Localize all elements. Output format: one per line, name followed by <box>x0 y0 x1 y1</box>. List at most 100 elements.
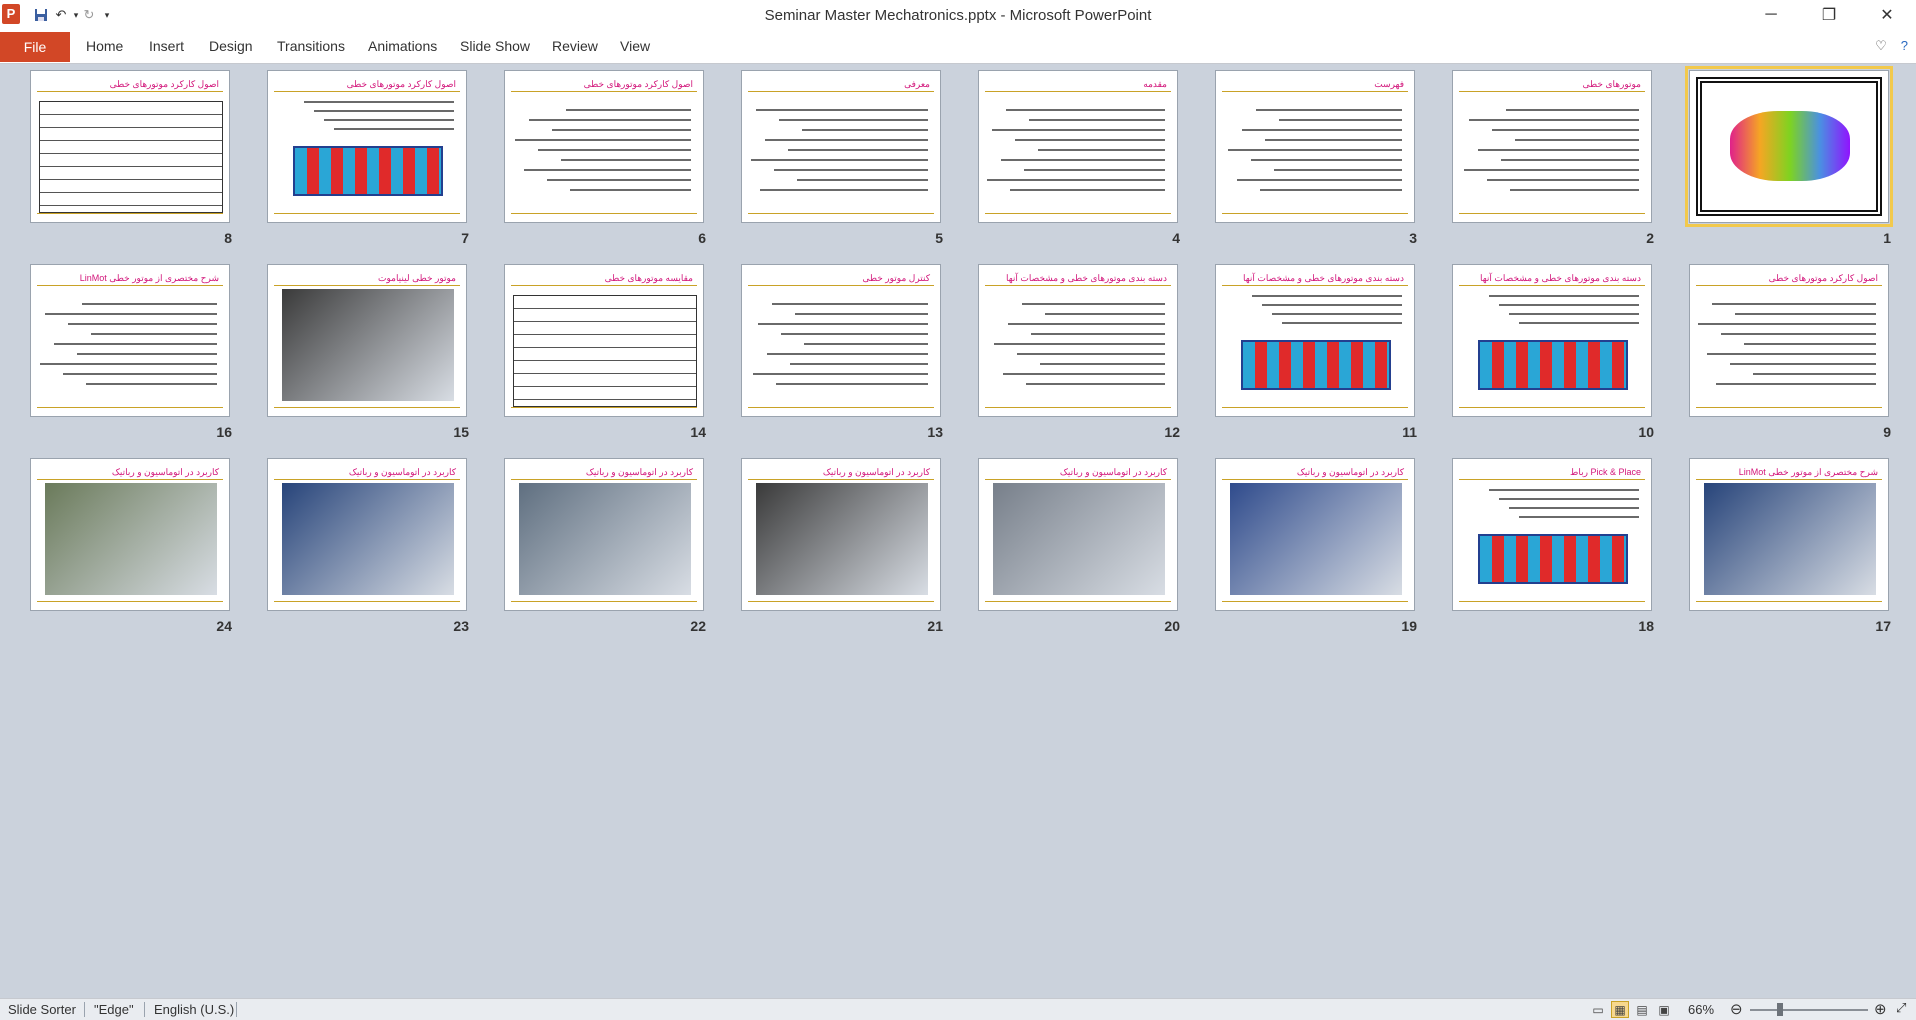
slide-thumbnail[interactable]: معرفی <box>741 70 941 223</box>
calligraphy-image <box>1730 111 1850 181</box>
slide-number: 18 <box>1638 618 1654 634</box>
slide-thumbnail[interactable]: Pick & Place رباط <box>1452 458 1652 611</box>
tab-view[interactable]: View <box>620 38 650 54</box>
zoom-out-icon[interactable]: ⊖ <box>1730 1000 1743 1018</box>
slide-number: 8 <box>224 230 232 246</box>
slide-thumbnail[interactable]: شرح مختصری از موتور خطی LinMot <box>1689 458 1889 611</box>
slide-number: 23 <box>453 618 469 634</box>
slide-number: 22 <box>690 618 706 634</box>
slide-thumbnail[interactable]: موتورهای خطی <box>1452 70 1652 223</box>
slide-title: شرح مختصری از موتور خطی LinMot <box>79 273 219 283</box>
slide-thumbnail[interactable]: کاربرد در اتوماسیون و رباتیک <box>741 458 941 611</box>
zoom-slider[interactable] <box>1750 1009 1868 1011</box>
ribbon-tabs: File Home Insert Design Transitions Anim… <box>0 30 1916 64</box>
slide-title: اصول کارکرد موتورهای خطی <box>346 79 456 89</box>
slide-diagram <box>1478 534 1628 584</box>
slide-number: 19 <box>1401 618 1417 634</box>
language-indicator[interactable]: English (U.S.) <box>154 1002 234 1017</box>
slide-number: 11 <box>1402 424 1417 440</box>
slide-number: 15 <box>453 424 469 440</box>
slide-title: اصول کارکرد موتورهای خطی <box>1768 273 1878 283</box>
slide-diagram <box>1241 340 1391 390</box>
slide-title: مقدمه <box>1143 79 1167 89</box>
view-indicator: Slide Sorter <box>8 1002 76 1017</box>
slide-thumbnail[interactable]: کاربرد در اتوماسیون و رباتیک <box>1215 458 1415 611</box>
slide-title: کاربرد در اتوماسیون و رباتیک <box>348 467 456 477</box>
slide-photo <box>993 483 1165 595</box>
slide-title: کاربرد در اتوماسیون و رباتیک <box>1296 467 1404 477</box>
slide-thumbnail[interactable]: کاربرد در اتوماسیون و رباتیک <box>267 458 467 611</box>
tab-slide-show[interactable]: Slide Show <box>460 38 530 54</box>
slide-show-view-icon[interactable]: ▣ <box>1655 1001 1673 1018</box>
slide-thumbnail[interactable]: دسته بندی موتورهای خطی و مشخصات آنها <box>1215 264 1415 417</box>
slide-thumbnail[interactable]: مقدمه <box>978 70 1178 223</box>
slide-number: 9 <box>1883 424 1891 440</box>
slide-number: 7 <box>461 230 469 246</box>
slide-thumbnail[interactable]: کنترل موتور خطی <box>741 264 941 417</box>
slide-title: کنترل موتور خطی <box>862 273 930 283</box>
slide-title: کاربرد در اتوماسیون و رباتیک <box>1059 467 1167 477</box>
reading-view-icon[interactable]: ▤ <box>1633 1001 1651 1018</box>
slide-sorter-pane: 1 موتورهای خطی 2 فهرست 3 مقدمه 4 معرفی 5 اصول کار… <box>0 65 1916 998</box>
zoom-slider-thumb[interactable] <box>1776 1003 1783 1016</box>
normal-view-icon[interactable]: ▭ <box>1589 1001 1607 1018</box>
slide-title: کاربرد در اتوماسیون و رباتیک <box>585 467 693 477</box>
slide-thumbnail[interactable]: شرح مختصری از موتور خطی LinMot <box>30 264 230 417</box>
slide-thumbnail[interactable]: موتور خطی لینیاموت <box>267 264 467 417</box>
slide-number: 14 <box>690 424 706 440</box>
slide-title: فهرست <box>1374 79 1404 89</box>
tab-home[interactable]: Home <box>86 38 123 54</box>
slide-thumbnail[interactable]: دسته بندی موتورهای خطی و مشخصات آنها <box>1452 264 1652 417</box>
close-button[interactable]: ✕ <box>1864 0 1910 30</box>
slide-thumbnail[interactable]: دسته بندی موتورهای خطی و مشخصات آنها <box>978 264 1178 417</box>
fit-to-window-icon[interactable]: ⤢ <box>1896 1000 1906 1016</box>
slide-diagram <box>293 146 443 196</box>
slide-number: 2 <box>1646 230 1654 246</box>
slide-photo <box>519 483 691 595</box>
tab-review[interactable]: Review <box>552 38 598 54</box>
slide-thumbnail[interactable]: مقایسه موتورهای خطی <box>504 264 704 417</box>
slide-thumbnail[interactable]: کاربرد در اتوماسیون و رباتیک <box>978 458 1178 611</box>
slide-sorter-view-icon[interactable]: ▦ <box>1611 1001 1629 1018</box>
slide-title: کاربرد در اتوماسیون و رباتیک <box>111 467 219 477</box>
slide-title: دسته بندی موتورهای خطی و مشخصات آنها <box>1243 273 1404 283</box>
slide-thumbnail[interactable]: کاربرد در اتوماسیون و رباتیک <box>504 458 704 611</box>
slide-number: 6 <box>698 230 706 246</box>
slide-table <box>39 101 223 213</box>
slide-title: موتورهای خطی <box>1582 79 1641 89</box>
slide-title: کاربرد در اتوماسیون و رباتیک <box>822 467 930 477</box>
title-bar: P ↶ ▾ ↻ ▾ Seminar Master Mechatronics.pp… <box>0 0 1916 30</box>
zoom-level[interactable]: 66% <box>1688 1002 1714 1017</box>
slide-thumbnail[interactable] <box>1685 66 1893 227</box>
slide-thumbnail[interactable]: اصول کارکرد موتورهای خطی <box>30 70 230 223</box>
slide-number: 1 <box>1883 230 1891 246</box>
slide-title: اصول کارکرد موتورهای خطی <box>109 79 219 89</box>
slide-number: 13 <box>927 424 943 440</box>
slide-title: معرفی <box>904 79 930 89</box>
tab-transitions[interactable]: Transitions <box>277 38 345 54</box>
slide-number: 17 <box>1875 618 1891 634</box>
slide-photo <box>756 483 928 595</box>
slide-number: 10 <box>1638 424 1654 440</box>
tab-insert[interactable]: Insert <box>149 38 184 54</box>
restore-button[interactable]: ❐ <box>1806 0 1852 30</box>
slide-number: 16 <box>216 424 232 440</box>
slide-number: 4 <box>1172 230 1180 246</box>
zoom-in-icon[interactable]: ⊕ <box>1874 1000 1887 1018</box>
slide-photo <box>45 483 217 595</box>
slide-thumbnail[interactable]: کاربرد در اتوماسیون و رباتیک <box>30 458 230 611</box>
slide-number: 3 <box>1409 230 1417 246</box>
slide-thumbnail[interactable]: اصول کارکرد موتورهای خطی <box>1689 264 1889 417</box>
minimize-button[interactable]: ─ <box>1748 0 1794 30</box>
slide-number: 20 <box>1164 618 1180 634</box>
tab-file[interactable]: File <box>0 32 70 62</box>
slide-thumbnail[interactable]: اصول کارکرد موتورهای خطی <box>267 70 467 223</box>
minimize-ribbon-icon[interactable]: ♡ <box>1875 38 1887 54</box>
tab-animations[interactable]: Animations <box>368 38 437 54</box>
slide-title: مقایسه موتورهای خطی <box>604 273 693 283</box>
help-icon[interactable]: ? <box>1901 38 1908 54</box>
slide-thumbnail[interactable]: اصول کارکرد موتورهای خطی <box>504 70 704 223</box>
theme-indicator: "Edge" <box>94 1002 134 1017</box>
tab-design[interactable]: Design <box>209 38 253 54</box>
slide-thumbnail[interactable]: فهرست <box>1215 70 1415 223</box>
